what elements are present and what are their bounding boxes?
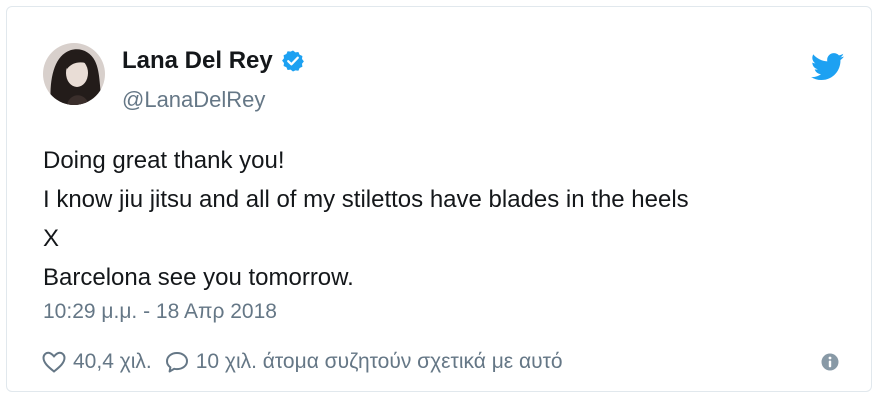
heart-icon [42,351,66,373]
tweet-line: Barcelona see you tomorrow. [43,264,354,291]
reply-text: 10 χιλ. άτομα συζητούν σχετικά με αυτό [195,350,563,373]
author-name[interactable]: Lana Del Rey [122,47,273,75]
tweet-line: I know jiu jitsu and all of my stilettos… [43,186,689,213]
verified-badge-icon [281,50,304,72]
action-bar: 40,4 χιλ. 10 χιλ. άτομα συζητούν σχετικά… [41,350,563,374]
like-button[interactable]: 40,4 χιλ. [41,350,152,374]
author-row: Lana Del Rey [122,47,305,75]
tweet-timestamp[interactable]: 10:29 μ.μ. - 18 Απρ 2018 [43,300,277,324]
tweet-card: Lana Del Rey @LanaDelRey Doing great tha… [6,6,872,392]
author-handle[interactable]: @LanaDelRey [122,87,265,113]
like-count: 40,4 χιλ. [73,350,152,373]
tweet-text: Doing great thank you! I know jiu jitsu … [43,141,689,297]
tweet-line: X [43,225,60,252]
avatar[interactable] [43,43,105,105]
info-icon[interactable] [821,353,839,371]
reply-button[interactable]: 10 χιλ. άτομα συζητούν σχετικά με αυτό [164,350,563,374]
avatar-image [43,43,105,105]
tweet-line: Doing great thank you! [43,147,285,174]
reply-bubble-icon [165,352,188,373]
twitter-bird-icon[interactable] [811,53,845,81]
